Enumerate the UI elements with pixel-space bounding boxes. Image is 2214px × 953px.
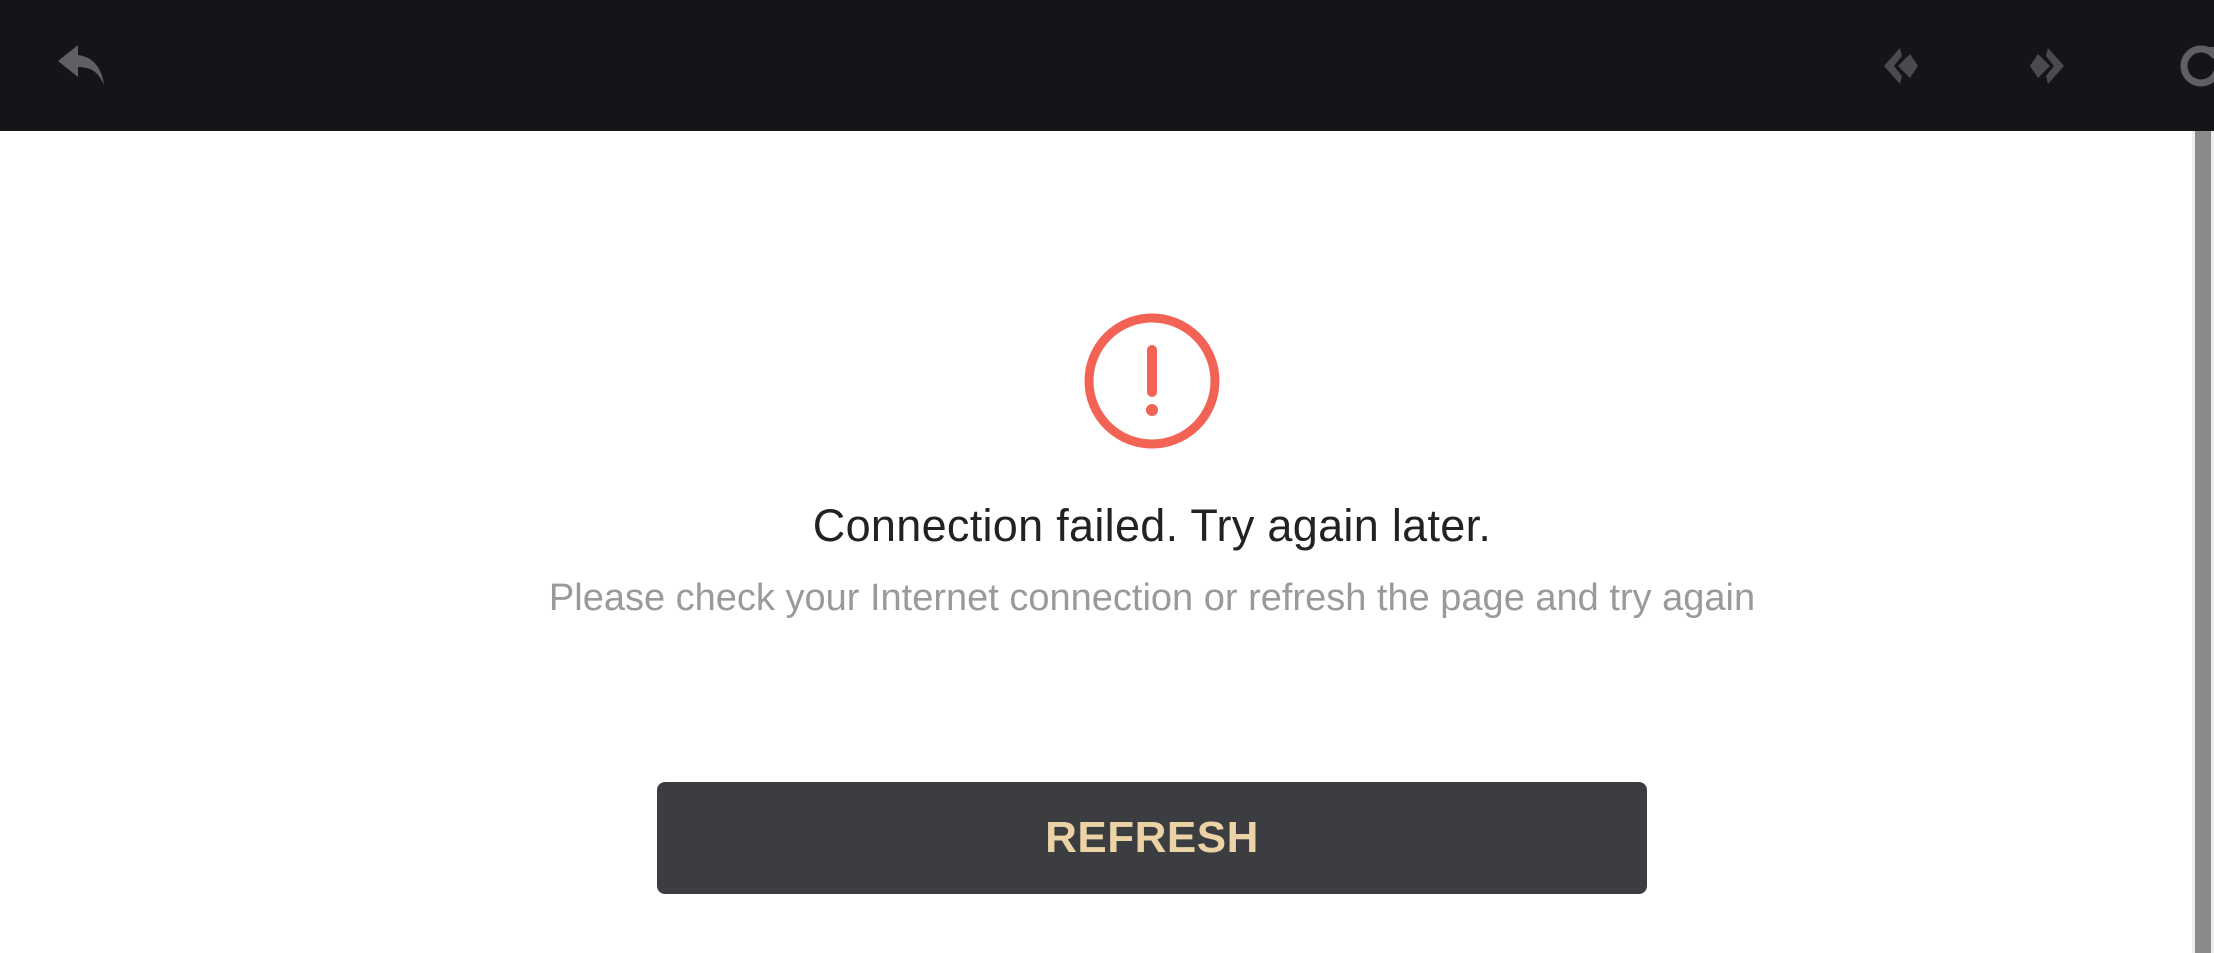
refresh-button[interactable]: REFRESH	[657, 782, 1647, 894]
error-subtitle: Please check your Internet connection or…	[548, 577, 1756, 619]
previous-button[interactable]	[1850, 0, 1950, 131]
next-icon	[2024, 42, 2072, 90]
top-toolbar	[0, 0, 2214, 131]
error-exclamation-icon	[1083, 312, 1221, 450]
previous-icon	[1876, 42, 1924, 90]
back-button[interactable]	[32, 0, 132, 131]
next-button[interactable]	[1998, 0, 2098, 131]
back-arrow-icon	[54, 41, 110, 91]
reload-icon	[2176, 41, 2214, 91]
error-title: Connection failed. Try again later.	[812, 500, 1492, 551]
reload-button[interactable]	[2148, 0, 2214, 131]
